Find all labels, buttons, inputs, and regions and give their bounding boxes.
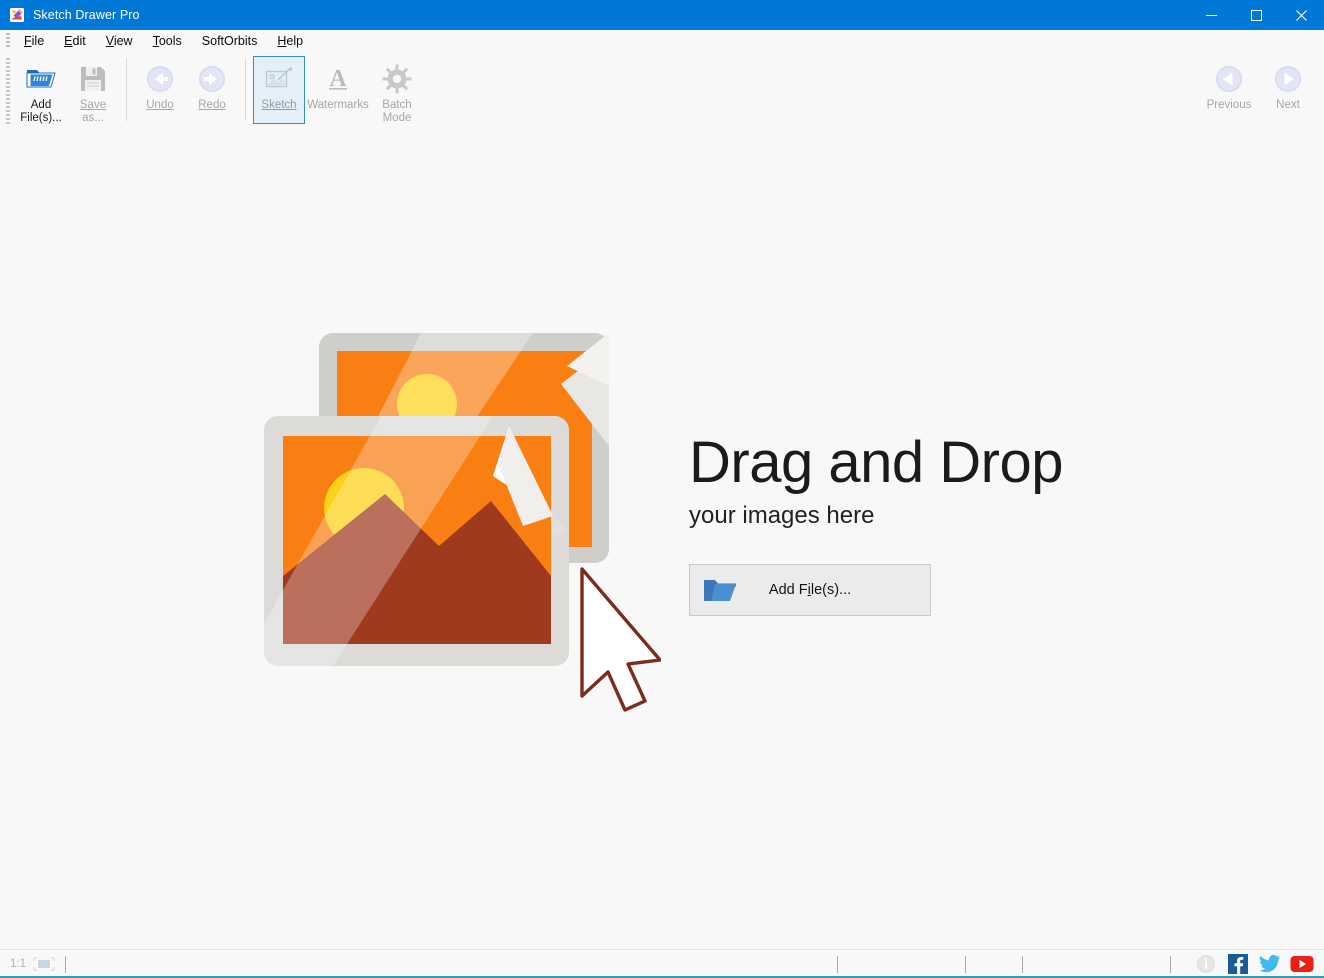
title-bar-left: Sketch Drawer Pro — [0, 7, 140, 23]
toolbar-separator-1 — [126, 58, 127, 121]
ribbon-group-effects: Sketch A Watermarks — [253, 52, 423, 131]
batch-mode-label: Batch Mode — [382, 99, 411, 125]
add-files-cta-label: Add File(s)... — [690, 582, 930, 598]
sketch-label: Sketch — [261, 99, 296, 112]
drop-text-block: Drag and Drop your images here Add File(… — [689, 431, 1063, 616]
gear-icon — [381, 63, 413, 95]
sketch-picture-icon — [263, 63, 295, 95]
floppy-disk-icon — [77, 63, 109, 95]
drop-subtitle: your images here — [689, 501, 1063, 531]
menu-item-file[interactable]: File — [14, 32, 54, 50]
maximize-button[interactable] — [1234, 0, 1279, 30]
minimize-button[interactable] — [1189, 0, 1234, 30]
application-window: Sketch Drawer Pro File Edit View Tools S… — [0, 0, 1324, 978]
add-files-label: Add File(s)... — [20, 99, 62, 125]
menu-item-view[interactable]: View — [96, 32, 143, 50]
menu-item-softorbits[interactable]: SoftOrbits — [192, 32, 268, 50]
status-bar-social-icons — [1190, 950, 1318, 978]
open-folder-icon — [25, 63, 57, 95]
left-arrow-circle-icon — [1213, 63, 1245, 95]
status-bar: 1:1 — [0, 949, 1324, 978]
main-canvas[interactable]: Drag and Drop your images here Add File(… — [0, 131, 1324, 949]
info-icon[interactable] — [1190, 950, 1222, 978]
redo-button[interactable]: Redo — [186, 56, 238, 124]
zoom-ratio-label: 1:1 — [10, 958, 26, 970]
menu-item-tools[interactable]: Tools — [143, 32, 192, 50]
status-divider-3 — [1022, 956, 1023, 973]
watermarks-label: Watermarks — [307, 99, 369, 112]
menu-bar-grip[interactable] — [6, 33, 10, 49]
batch-mode-button[interactable]: Batch Mode — [371, 56, 423, 126]
twitter-icon[interactable] — [1254, 950, 1286, 978]
ribbon-toolbar: Add File(s)... — [0, 52, 1324, 131]
ribbon-grip[interactable] — [6, 58, 10, 125]
status-divider-1 — [837, 956, 838, 973]
next-button[interactable]: Next — [1262, 56, 1314, 124]
zoom-status[interactable]: 1:1 — [0, 957, 55, 971]
previous-button[interactable]: Previous — [1196, 56, 1262, 124]
right-arrow-circle-icon — [1272, 63, 1304, 95]
status-divider-2 — [965, 956, 966, 973]
letter-a-icon: A — [322, 63, 354, 95]
menu-item-help[interactable]: Help — [267, 32, 313, 50]
ribbon-group-navigation: Previous Next — [1182, 52, 1314, 131]
title-bar: Sketch Drawer Pro — [0, 0, 1324, 30]
next-label: Next — [1276, 99, 1300, 112]
redo-label: Redo — [198, 99, 226, 112]
toolbar-separator-2 — [245, 58, 246, 121]
ribbon-group-file: Add File(s)... — [15, 52, 119, 131]
previous-label: Previous — [1207, 99, 1252, 112]
photos-drag-drop-illustration — [261, 326, 661, 726]
sketch-button[interactable]: Sketch — [253, 56, 305, 124]
app-sketch-icon — [9, 7, 25, 23]
undo-arrow-icon — [144, 63, 176, 95]
window-title: Sketch Drawer Pro — [33, 8, 140, 22]
fit-to-window-icon[interactable] — [33, 957, 55, 971]
status-divider-0 — [65, 956, 66, 973]
undo-button[interactable]: Undo — [134, 56, 186, 124]
facebook-icon[interactable] — [1222, 950, 1254, 978]
add-files-button[interactable]: Add File(s)... — [15, 56, 67, 126]
youtube-icon[interactable] — [1286, 950, 1318, 978]
window-controls — [1189, 0, 1324, 30]
menu-bar: File Edit View Tools SoftOrbits Help — [0, 30, 1324, 52]
watermarks-button[interactable]: A Watermarks — [305, 56, 371, 124]
redo-arrow-icon — [196, 63, 228, 95]
drag-and-drop-zone[interactable]: Drag and Drop your images here Add File(… — [0, 131, 1324, 949]
save-as-button[interactable]: Save as... — [67, 56, 119, 126]
menu-item-edit[interactable]: Edit — [54, 32, 96, 50]
drop-title: Drag and Drop — [689, 431, 1063, 495]
ribbon-group-history: Undo Redo — [134, 52, 238, 131]
status-divider-4 — [1170, 956, 1171, 973]
save-as-label: Save as... — [80, 99, 106, 125]
undo-label: Undo — [146, 99, 174, 112]
add-files-cta-button[interactable]: Add File(s)... — [689, 564, 931, 616]
close-button[interactable] — [1279, 0, 1324, 30]
